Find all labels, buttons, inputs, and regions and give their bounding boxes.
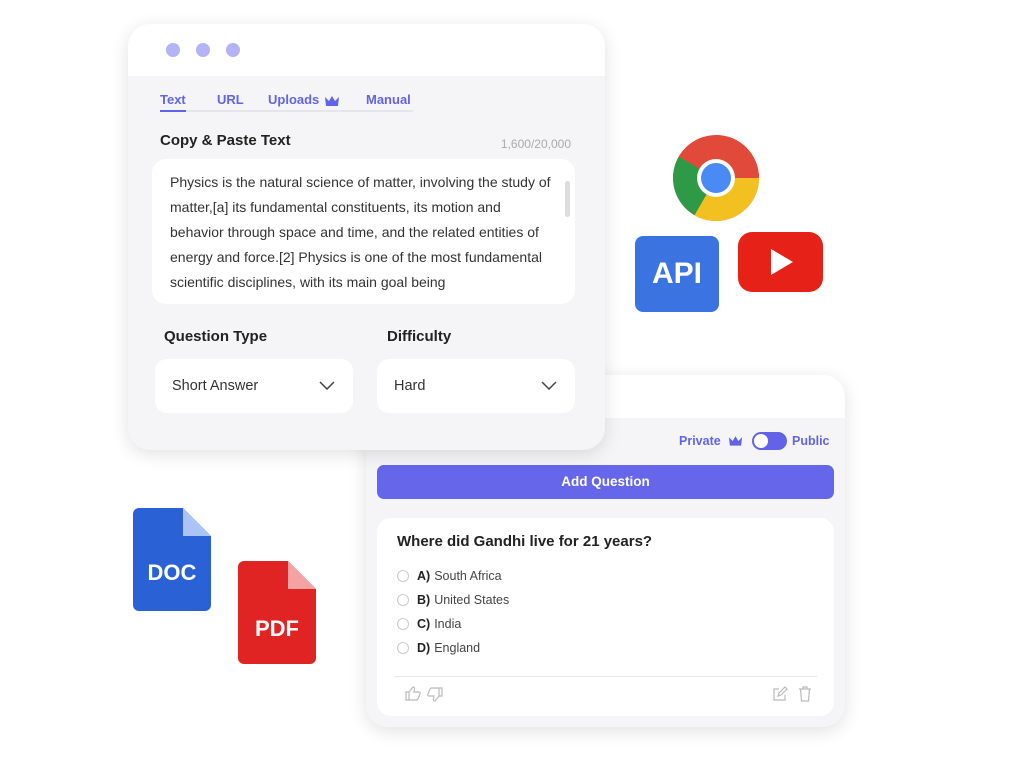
tab-url[interactable]: URL [217,92,244,107]
chrome-logo [673,135,759,221]
radio[interactable] [397,618,409,630]
option-text: South Africa [434,569,502,583]
doc-label: DOC [147,560,197,585]
tab-manual[interactable]: Manual [366,92,411,107]
divider [394,676,817,677]
thumbs-down-icon[interactable] [427,687,443,702]
radio[interactable] [397,642,409,654]
text-value: Physics is the natural science of matter… [170,174,551,290]
trash-icon[interactable] [798,686,812,702]
chevron-down-icon [541,381,557,390]
edit-icon[interactable] [772,686,788,702]
crown-icon [728,436,743,446]
window-dot [226,43,240,57]
option-key: C) [417,617,431,631]
tab-text[interactable]: Text [160,92,186,112]
radio[interactable] [397,594,409,606]
difficulty-label: Difficulty [387,328,452,345]
pdf-label: PDF [255,616,299,641]
option-a[interactable]: A) South Africa [397,569,502,583]
option-text: United States [434,593,510,607]
source-tabs: Text URL Uploads Manual [160,92,413,112]
youtube-logo [738,232,823,292]
select-value: Short Answer [172,378,259,394]
window-dot [196,43,210,57]
option-b[interactable]: B) United States [397,593,509,607]
char-count: 1,600/20,000 [500,137,571,151]
pdf-file-icon: PDF [238,561,316,669]
option-key: D) [417,641,431,655]
thumbs-up-icon[interactable] [405,686,421,701]
text-input[interactable]: Physics is the natural science of matter… [152,159,575,304]
window-header [128,24,605,76]
option-d[interactable]: D) England [397,641,480,655]
crown-icon [325,96,340,107]
tab-uploads[interactable]: Uploads [268,92,340,107]
public-label: Public [792,434,830,448]
scrollbar[interactable] [565,181,570,217]
difficulty-select[interactable]: Hard [377,359,575,413]
api-logo: API [635,236,719,312]
option-text: England [434,641,481,655]
select-value: Hard [394,378,426,394]
window-dot [166,43,180,57]
option-key: B) [417,593,431,607]
question-type-label: Question Type [164,328,268,345]
question-text: Where did Gandhi live for 21 years? [397,533,653,550]
add-question-button[interactable]: Add Question [377,465,834,499]
question-item: Where did Gandhi live for 21 years? A) So… [377,518,834,716]
chevron-down-icon [319,381,335,390]
option-c[interactable]: C) India [397,617,461,631]
tab-label: Uploads [268,92,320,107]
question-type-select[interactable]: Short Answer [155,359,353,413]
doc-file-icon: DOC [133,508,211,616]
input-card: Text URL Uploads Manual Copy & Paste Tex… [128,24,605,450]
text-label: Copy & Paste Text [160,132,291,149]
radio[interactable] [397,570,409,582]
private-label: Private [679,434,721,448]
visibility-toggle[interactable] [752,432,787,450]
option-text: India [434,617,462,631]
option-key: A) [417,569,431,583]
